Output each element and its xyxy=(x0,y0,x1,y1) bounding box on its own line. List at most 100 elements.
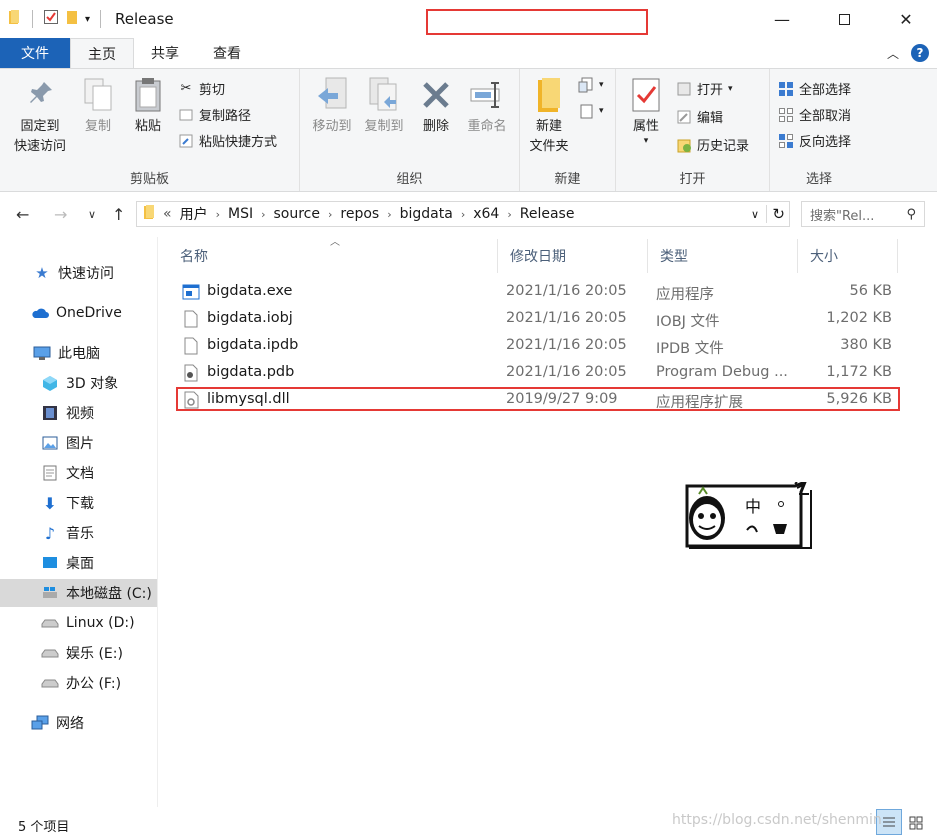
sidebar-item-drive-c[interactable]: 本地磁盘 (C:) xyxy=(0,579,157,607)
clipboard-group: 固定到 快速访问 复制 粘贴 ✂ 剪切 复制路径 粘贴快捷方式 剪贴板 xyxy=(0,69,300,191)
forward-arrow-icon[interactable]: → xyxy=(54,205,67,224)
breadcrumb-separator-icon[interactable]: › xyxy=(459,208,467,221)
address-bar[interactable]: « 用户 › MSI › source › repos › bigdata › … xyxy=(136,201,790,227)
delete-button[interactable]: 删除 xyxy=(418,75,454,137)
sidebar-item-drive-e[interactable]: 娱乐 (E:) xyxy=(0,639,157,667)
drive-icon xyxy=(40,614,60,632)
properties-button[interactable]: 属性 ▾ xyxy=(626,75,666,146)
sidebar-item-desktop[interactable]: 桌面 xyxy=(0,549,157,577)
close-button[interactable]: ✕ xyxy=(875,0,937,38)
copy-path-button[interactable]: 复制路径 xyxy=(178,105,251,124)
file-size: 56 KB xyxy=(849,283,892,299)
new-folder-label-2: 文件夹 xyxy=(529,139,569,154)
breadcrumb-separator-icon[interactable]: › xyxy=(505,208,513,221)
breadcrumb-bigdata[interactable]: bigdata xyxy=(394,206,459,222)
breadcrumb-separator-icon[interactable]: › xyxy=(385,208,393,221)
sidebar-item-label: 办公 (F:) xyxy=(66,676,122,692)
breadcrumb-repos[interactable]: repos xyxy=(334,206,385,222)
network-icon xyxy=(30,714,50,732)
copy-button[interactable]: 复制 xyxy=(78,75,118,137)
breadcrumb-x64[interactable]: x64 xyxy=(467,206,505,222)
table-row[interactable]: bigdata.exe 2021/1/16 20:05 应用程序 56 KB xyxy=(176,279,900,306)
history-button[interactable]: 历史记录 xyxy=(676,135,749,154)
tab-file[interactable]: 文件 xyxy=(0,38,70,68)
table-row[interactable]: bigdata.ipdb 2021/1/16 20:05 IPDB 文件 380… xyxy=(176,333,900,360)
select-group-label: 选择 xyxy=(805,172,832,187)
new-folder-quick-icon[interactable] xyxy=(65,9,79,29)
column-header-modified[interactable]: 修改日期 xyxy=(498,239,648,273)
table-row[interactable]: bigdata.pdb 2021/1/16 20:05 Program Debu… xyxy=(176,360,900,387)
column-header-size[interactable]: 大小 xyxy=(798,239,898,273)
breadcrumb-users[interactable]: 用户 xyxy=(174,204,214,224)
search-input[interactable]: 搜索"Rel... ⚲ xyxy=(801,201,925,227)
paste-shortcut-button[interactable]: 粘贴快捷方式 xyxy=(178,131,277,150)
copy-to-button[interactable]: 复制到 xyxy=(358,75,410,137)
sidebar-item-videos[interactable]: 视频 xyxy=(0,399,157,427)
tab-share[interactable]: 共享 xyxy=(134,38,196,68)
new-item-button[interactable]: ▾ xyxy=(578,77,604,93)
column-header-type[interactable]: 类型 xyxy=(648,239,798,273)
sidebar-item-drive-f[interactable]: 办公 (F:) xyxy=(0,669,157,697)
help-icon[interactable]: ? xyxy=(911,44,929,62)
large-icons-view-icon[interactable] xyxy=(906,813,926,833)
maximize-button[interactable] xyxy=(813,0,875,38)
sidebar-item-downloads[interactable]: ⬇ 下载 xyxy=(0,489,157,517)
edit-button[interactable]: 编辑 xyxy=(676,107,723,126)
copy-path-label: 复制路径 xyxy=(199,109,252,124)
copy-icon xyxy=(80,75,116,115)
sidebar-item-music[interactable]: ♪ 音乐 xyxy=(0,519,157,547)
new-folder-button[interactable]: 新建 文件夹 xyxy=(526,75,572,157)
sidebar-item-documents[interactable]: 文档 xyxy=(0,459,157,487)
up-arrow-icon[interactable]: ↑ xyxy=(112,205,125,224)
sidebar-item-quick-access[interactable]: ★ 快速访问 xyxy=(0,259,157,287)
easy-access-button[interactable]: ▾ xyxy=(578,103,604,119)
drive-c-icon xyxy=(40,584,60,602)
file-highlight-box xyxy=(176,387,900,411)
column-size-label: 大小 xyxy=(810,249,838,265)
invert-selection-button[interactable]: 反向选择 xyxy=(778,131,851,150)
sidebar-item-onedrive[interactable]: OneDrive xyxy=(0,299,157,327)
exe-icon xyxy=(182,284,200,304)
column-header-name[interactable]: 名称 xyxy=(168,239,498,273)
breadcrumb-msi[interactable]: MSI xyxy=(222,206,259,222)
overflow-chevron[interactable]: « xyxy=(161,206,174,222)
customize-dropdown-icon[interactable]: ▾ xyxy=(85,14,90,25)
pin-to-quick-access-button[interactable]: 固定到 快速访问 xyxy=(8,75,72,157)
tab-view[interactable]: 查看 xyxy=(196,38,258,68)
rename-button[interactable]: 重命名 xyxy=(462,75,512,137)
address-dropdown-icon[interactable]: ∨ xyxy=(751,208,759,221)
minimize-button[interactable]: — xyxy=(751,0,813,38)
move-to-button[interactable]: 移动到 xyxy=(306,75,358,137)
table-row[interactable]: bigdata.iobj 2021/1/16 20:05 IOBJ 文件 1,2… xyxy=(176,306,900,333)
back-arrow-icon[interactable]: ← xyxy=(16,205,29,224)
sidebar-item-3d-objects[interactable]: 3D 对象 xyxy=(0,369,157,397)
sidebar-item-drive-d[interactable]: Linux (D:) xyxy=(0,609,157,637)
breadcrumb-separator-icon[interactable]: › xyxy=(259,208,267,221)
breadcrumb-separator-icon[interactable]: › xyxy=(326,208,334,221)
recent-locations-chevron-icon[interactable]: ∨ xyxy=(88,208,96,221)
paste-button[interactable]: 粘贴 xyxy=(128,75,168,137)
sidebar-item-pictures[interactable]: 图片 xyxy=(0,429,157,457)
column-name-label: 名称 xyxy=(180,249,208,265)
select-none-label: 全部取消 xyxy=(799,109,852,124)
cut-button[interactable]: ✂ 剪切 xyxy=(178,79,225,98)
open-button[interactable]: 打开 ▾ xyxy=(676,79,733,98)
select-none-button[interactable]: 全部取消 xyxy=(778,105,851,124)
breadcrumb-release[interactable]: Release xyxy=(514,206,581,222)
tab-home[interactable]: 主页 xyxy=(70,38,134,68)
ribbon-collapse-icon[interactable]: ︿ xyxy=(887,45,899,62)
sidebar-item-label: 下载 xyxy=(66,496,94,512)
copy-to-label: 复制到 xyxy=(364,119,404,134)
properties-quick-icon[interactable] xyxy=(43,9,59,29)
easy-access-dropdown-icon: ▾ xyxy=(599,106,604,116)
sidebar-item-label: 网络 xyxy=(56,716,84,732)
refresh-icon[interactable]: ↻ xyxy=(766,205,785,223)
sidebar-item-this-pc[interactable]: 此电脑 xyxy=(0,339,157,367)
new-item-dropdown-icon: ▾ xyxy=(599,80,604,90)
ribbon-tabs: 文件 主页 共享 查看 ︿ ? xyxy=(0,38,937,68)
select-all-button[interactable]: 全部选择 xyxy=(778,79,851,98)
breadcrumb-separator-icon[interactable]: › xyxy=(214,208,222,221)
sidebar-item-network[interactable]: 网络 xyxy=(0,709,157,737)
delete-label: 删除 xyxy=(422,119,449,134)
breadcrumb-source[interactable]: source xyxy=(268,206,327,222)
